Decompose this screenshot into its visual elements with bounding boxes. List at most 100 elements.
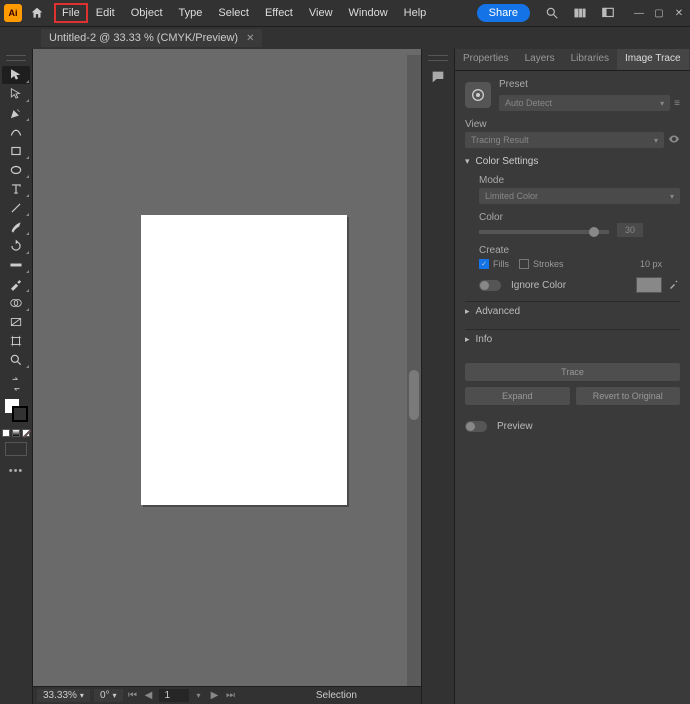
color-mode-gradient[interactable] [12, 429, 20, 437]
artboard-dropdown[interactable]: ▾ [193, 691, 205, 700]
vertical-scrollbar[interactable] [407, 55, 421, 686]
eyedropper-icon[interactable] [668, 278, 680, 293]
fills-label: Fills [493, 259, 509, 269]
menubar: Ai File Edit Object Type Select Effect V… [0, 0, 690, 27]
color-mode-row [2, 429, 30, 437]
rotate-tool[interactable] [2, 237, 30, 255]
canvas[interactable] [33, 55, 421, 686]
color-value-field[interactable]: 30 [617, 223, 643, 237]
window-close[interactable]: ✕ [672, 6, 686, 20]
document-tab-close[interactable]: ✕ [246, 33, 254, 44]
stroke-width-field[interactable]: 10 px [640, 259, 680, 269]
menu-effect[interactable]: Effect [257, 3, 301, 23]
tab-libraries[interactable]: Libraries [563, 49, 617, 70]
width-tool[interactable] [2, 256, 30, 274]
comments-panel-icon[interactable] [430, 69, 446, 88]
line-tool[interactable] [2, 199, 30, 217]
collapsed-panel-strip [421, 49, 454, 704]
preset-menu-icon[interactable]: ≡ [674, 98, 680, 109]
nav-next[interactable]: ▶ [209, 690, 221, 701]
menu-object[interactable]: Object [123, 3, 171, 23]
nav-last[interactable]: ⏭ [225, 690, 237, 701]
home-button[interactable] [28, 4, 46, 22]
document-tab[interactable]: Untitled-2 @ 33.33 % (CMYK/Preview) ✕ [41, 29, 262, 47]
draw-mode[interactable] [5, 442, 27, 456]
window-controls: — ▢ ✕ [632, 6, 686, 20]
mode-dropdown[interactable]: Limited Color▾ [479, 188, 680, 204]
stroke-swatch[interactable] [12, 406, 28, 422]
preview-toggle[interactable] [465, 421, 487, 432]
trace-button[interactable]: Trace [465, 363, 680, 381]
window-minimize[interactable]: — [632, 6, 646, 20]
share-button[interactable]: Share [477, 4, 530, 22]
menu-file[interactable]: File [54, 3, 88, 23]
scrollbar-thumb[interactable] [409, 370, 419, 420]
expand-button[interactable]: Expand [465, 387, 570, 405]
nav-prev[interactable]: ◀ [143, 690, 155, 701]
revert-button[interactable]: Revert to Original [576, 387, 681, 405]
paintbrush-tool[interactable] [2, 218, 30, 236]
preset-dropdown[interactable]: Auto Detect▾ [499, 95, 670, 111]
zoom-tool[interactable] [2, 351, 30, 369]
search-button[interactable] [540, 1, 564, 25]
nav-first[interactable]: ⏮ [127, 690, 139, 701]
strokes-checkbox[interactable] [519, 259, 529, 269]
advanced-header[interactable]: ▸Advanced [465, 301, 680, 321]
menu-type[interactable]: Type [171, 3, 211, 23]
right-panel: Properties Layers Libraries Image Trace … [454, 49, 690, 704]
fills-checkbox[interactable]: ✓ [479, 259, 489, 269]
color-slider[interactable] [479, 230, 609, 234]
artboard[interactable] [141, 215, 347, 505]
artboard-tool[interactable] [2, 332, 30, 350]
fill-stroke-swatches[interactable] [2, 398, 30, 426]
tab-layers[interactable]: Layers [517, 49, 563, 70]
pen-tool[interactable] [2, 104, 30, 122]
shape-builder-tool[interactable] [2, 294, 30, 312]
view-dropdown[interactable]: Tracing Result▾ [465, 132, 664, 148]
menu-select[interactable]: Select [210, 3, 257, 23]
rotate-dropdown[interactable]: 0°▾ [94, 689, 123, 702]
ignore-color-toggle[interactable] [479, 280, 501, 291]
document-tabs: Untitled-2 @ 33.33 % (CMYK/Preview) ✕ [33, 27, 690, 49]
view-label: View [465, 119, 487, 130]
slider-knob[interactable] [589, 227, 599, 237]
type-tool[interactable] [2, 180, 30, 198]
rectangle-tool[interactable] [2, 142, 30, 160]
zoom-dropdown[interactable]: 33.33%▾ [37, 689, 90, 702]
tab-image-trace[interactable]: Image Trace [617, 49, 689, 70]
preset-label: Preset [499, 79, 680, 90]
artboard-number[interactable]: 1 [159, 689, 189, 702]
eyedropper-tool[interactable] [2, 275, 30, 293]
ellipse-tool[interactable] [2, 161, 30, 179]
panel-strip-gripper[interactable] [428, 55, 448, 61]
create-label: Create [479, 245, 509, 256]
color-mode-none[interactable] [22, 429, 30, 437]
workspace-icon[interactable] [596, 1, 620, 25]
info-header[interactable]: ▸Info [465, 329, 680, 349]
direct-selection-tool[interactable] [2, 85, 30, 103]
menu-window[interactable]: Window [341, 3, 396, 23]
rotate-value: 0° [100, 690, 110, 701]
preset-thumbnail[interactable] [465, 82, 491, 108]
color-settings-label: Color Settings [476, 156, 539, 167]
color-settings-header[interactable]: ▾Color Settings [465, 156, 680, 167]
ignore-color-swatch[interactable] [636, 277, 662, 293]
menu-help[interactable]: Help [396, 3, 435, 23]
view-eye-icon[interactable] [668, 133, 680, 148]
document-tab-title: Untitled-2 @ 33.33 % (CMYK/Preview) [49, 32, 238, 44]
toolbar-gripper[interactable] [6, 55, 26, 61]
strokes-label: Strokes [533, 259, 564, 269]
gradient-tool[interactable] [2, 313, 30, 331]
curvature-tool[interactable] [2, 123, 30, 141]
selection-tool[interactable] [2, 66, 30, 84]
menu-edit[interactable]: Edit [88, 3, 123, 23]
swap-fill-stroke[interactable] [2, 375, 30, 393]
tab-properties[interactable]: Properties [455, 49, 517, 70]
edit-toolbar[interactable]: ••• [9, 465, 24, 477]
info-label: Info [476, 334, 493, 345]
window-maximize[interactable]: ▢ [652, 6, 666, 20]
ignore-color-label: Ignore Color [511, 280, 566, 291]
color-mode-solid[interactable] [2, 429, 10, 437]
menu-view[interactable]: View [301, 3, 341, 23]
arrange-panels-icon[interactable] [568, 1, 592, 25]
